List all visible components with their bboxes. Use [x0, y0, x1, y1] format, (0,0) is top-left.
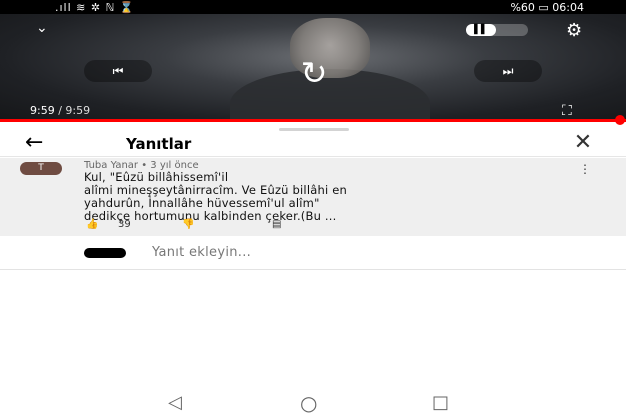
like-count: 39 — [118, 219, 131, 230]
progress-bar[interactable] — [0, 119, 626, 122]
time-separator: / — [54, 104, 66, 117]
comment-item: T Tuba Yanar • 3 yıl önce Kul, "Eûzü bil… — [0, 158, 626, 236]
add-reply-input[interactable]: Yanıt ekleyin... — [152, 245, 251, 260]
nav-back-icon[interactable]: ◁ — [168, 393, 182, 413]
status-icons: .ıll ≋ ✲ ℕ ⌛ — [55, 1, 135, 14]
current-time: 9:59 — [30, 104, 55, 117]
next-icon: ⏭ — [502, 64, 514, 78]
autoplay-knob-icon: ▌▌ — [466, 24, 496, 36]
avatar[interactable]: T — [20, 162, 62, 175]
like-icon[interactable]: 👍 — [86, 219, 98, 230]
add-reply-row[interactable]: Yanıt ekleyin... — [0, 237, 626, 270]
autoplay-toggle[interactable]: ▌▌ — [466, 24, 528, 36]
comment-text: Kul, "Eûzü billâhissemî'il alîmi mineşşe… — [84, 171, 584, 223]
replies-panel: ← Yanıtlar ✕ T Tuba Yanar • 3 yıl önce K… — [0, 125, 626, 417]
fullscreen-icon[interactable]: ⛶ — [562, 103, 572, 119]
nav-recent-icon[interactable]: □ — [432, 393, 449, 413]
duration: 9:59 — [65, 104, 91, 117]
replay-icon: ↻ — [300, 54, 328, 92]
status-bar: .ıll ≋ ✲ ℕ ⌛ %60 ▭ 06:04 — [0, 0, 626, 14]
minimize-chevron-icon[interactable]: ⌄ — [36, 20, 48, 36]
system-nav-bar: ◁ ○ □ — [0, 390, 626, 417]
more-menu-icon[interactable]: ⋮ — [578, 162, 592, 176]
battery-percent: %60 — [510, 1, 535, 14]
time-display: 9:59 / 9:59 — [30, 104, 90, 117]
next-button[interactable]: ⏭ — [474, 60, 542, 82]
reply-icon[interactable]: ▤ — [272, 219, 281, 230]
replay-button[interactable]: ↻ — [292, 56, 336, 90]
clock: 06:04 — [552, 1, 584, 14]
back-arrow-icon[interactable]: ← — [25, 131, 59, 155]
drag-handle[interactable] — [279, 128, 349, 131]
panel-title: Yanıtlar — [126, 135, 192, 153]
nav-home-icon[interactable]: ○ — [300, 393, 317, 413]
progress-scrubber[interactable] — [615, 115, 625, 125]
settings-gear-icon[interactable]: ⚙ — [566, 20, 582, 41]
close-icon[interactable]: ✕ — [566, 130, 600, 156]
user-avatar — [84, 248, 126, 258]
comment-line: dedikçe hortumunu kalbinden çeker.(Bu ..… — [84, 209, 337, 223]
previous-button[interactable]: ⏮ — [84, 60, 152, 82]
status-right: %60 ▭ 06:04 — [510, 1, 584, 14]
dislike-icon[interactable]: 👎 — [182, 219, 194, 230]
header-divider — [0, 156, 626, 157]
battery-icon: ▭ — [538, 1, 553, 14]
previous-icon: ⏮ — [112, 64, 124, 78]
video-player[interactable]: ⌄ ▌▌ ⚙ ⏮ ↻ ⏭ 9:59 / 9:59 ⛶ — [0, 14, 626, 122]
